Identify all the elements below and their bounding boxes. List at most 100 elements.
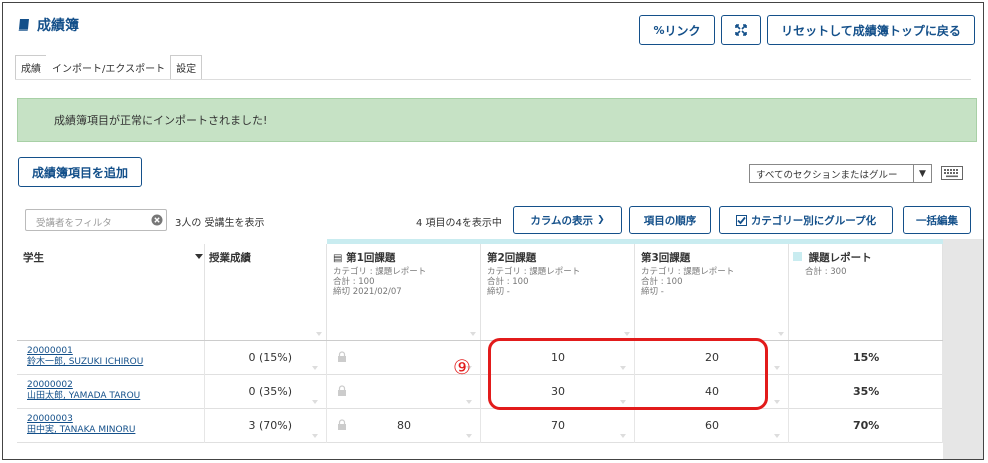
bulk-edit-button[interactable]: 一括編集 xyxy=(903,206,971,234)
lock-icon xyxy=(338,385,346,396)
cell-menu-icon[interactable] xyxy=(312,434,318,438)
course-grade-value: 0 (15%) xyxy=(248,351,292,364)
show-columns-label: カラムの表示 xyxy=(530,214,594,227)
tab-import-export[interactable]: インポート/エクスポート xyxy=(46,55,172,79)
assignment-3-meta: カテゴリ : 課題レポート 合計 : 100 締切 - xyxy=(641,267,735,297)
course-grade-cell: 0 (35%) xyxy=(205,375,327,409)
add-gradebook-item-button[interactable]: 成績簿項目を追加 xyxy=(18,157,142,187)
bulk-edit-label: 一括編集 xyxy=(916,214,958,227)
column-header-assignment-3[interactable]: 第3回課題 カテゴリ : 課題レポート 合計 : 100 締切 - xyxy=(635,244,789,340)
student-link[interactable]: 20000003 田中実, TANAKA MINORU xyxy=(27,414,135,436)
student-filter-input[interactable]: 受講者をフィルタ xyxy=(25,209,167,231)
student-link[interactable]: 20000001 鈴木一郎, SUZUKI ICHIROU xyxy=(27,346,143,368)
header-bar: 成績簿 % リンク リセットして成績簿トップに戻る xyxy=(3,3,983,49)
column-header-student[interactable]: 学生 xyxy=(17,244,205,340)
tab-bar: 成績 インポート/エクスポート 設定 xyxy=(15,55,203,79)
column-header-assignment-2[interactable]: 第2回課題 カテゴリ : 課題レポート 合計 : 100 締切 - xyxy=(481,244,635,340)
scrollbar-track[interactable] xyxy=(943,239,983,459)
item-order-button[interactable]: 項目の順序 xyxy=(629,206,711,234)
link-button-label: リンク xyxy=(664,23,701,38)
course-grade-cell: 3 (70%) xyxy=(205,409,327,443)
tab-settings[interactable]: 設定 xyxy=(170,55,203,79)
student-cell: 20000002 山田太郎, YAMADA TAROU xyxy=(17,375,205,409)
group-by-category-label: カテゴリー別にグループ化 xyxy=(750,214,877,227)
lock-icon xyxy=(338,351,346,362)
category-total-cell: 15% xyxy=(789,341,943,375)
expand-icon xyxy=(735,24,747,36)
cell-menu-icon[interactable] xyxy=(774,366,780,370)
fullscreen-button[interactable] xyxy=(721,15,761,45)
item-order-label: 項目の順序 xyxy=(643,214,697,227)
column-menu-icon[interactable] xyxy=(624,332,630,336)
alert-message: 成績簿項目が正常にインポートされました! xyxy=(54,114,268,127)
tab-divider xyxy=(15,79,971,80)
cell-menu-icon[interactable] xyxy=(466,434,472,438)
link-button[interactable]: % リンク xyxy=(639,15,715,45)
assignment-1-label: ▤ 第1回課題 xyxy=(333,252,396,264)
category-report-label: 課題レポート xyxy=(793,250,872,265)
category-color-swatch xyxy=(793,252,802,261)
lock-icon xyxy=(338,419,346,430)
student-column-label: 学生 xyxy=(23,252,44,264)
category-total-value: 70% xyxy=(853,419,880,432)
cell-menu-icon[interactable] xyxy=(774,400,780,404)
section-select[interactable]: すべてのセクションまたはグルー ▼ xyxy=(749,164,932,183)
cell-menu-icon[interactable] xyxy=(466,400,472,404)
student-cell: 20000001 鈴木一郎, SUZUKI ICHIROU xyxy=(17,341,205,375)
keyboard-icon[interactable] xyxy=(941,166,963,180)
cell-menu-icon[interactable] xyxy=(312,400,318,404)
cell-menu-icon[interactable] xyxy=(620,434,626,438)
cell-menu-icon[interactable] xyxy=(774,434,780,438)
category-total-value: 15% xyxy=(853,351,880,364)
checkbox-checked-icon xyxy=(735,214,747,226)
tab-grades[interactable]: 成績 xyxy=(15,55,47,79)
course-grade-value: 3 (70%) xyxy=(248,419,292,432)
filter-placeholder: 受講者をフィルタ xyxy=(36,218,112,229)
show-columns-button[interactable]: カラムの表示 ❯ xyxy=(513,206,622,234)
book-icon xyxy=(18,19,29,31)
course-grade-cell: 0 (15%) xyxy=(205,341,327,375)
assignment-1-meta: カテゴリ : 課題レポート 合計 : 100 締切 2021/02/07 xyxy=(333,267,427,297)
assignment-3-label: 第3回課題 xyxy=(641,252,691,264)
category-total-value: 35% xyxy=(853,385,880,398)
column-header-assignment-1[interactable]: ▤ 第1回課題 カテゴリ : 課題レポート 合計 : 100 締切 2021/0… xyxy=(327,244,481,340)
reset-gradebook-button[interactable]: リセットして成績簿トップに戻る xyxy=(767,15,975,45)
grade-cell-assignment-1[interactable] xyxy=(327,375,481,409)
table-row: 20000001 鈴木一郎, SUZUKI ICHIROU 0 (15%) 10… xyxy=(17,341,943,375)
table-row: 20000003 田中実, TANAKA MINORU 3 (70%) 80 7… xyxy=(17,409,943,443)
column-menu-icon[interactable] xyxy=(316,332,322,336)
cell-menu-icon[interactable] xyxy=(312,366,318,370)
grade-cell-assignment-2[interactable]: 70 xyxy=(481,409,635,443)
column-header-category-report[interactable]: 課題レポート 合計 : 300 xyxy=(789,244,943,340)
page-title-text: 成績簿 xyxy=(37,18,79,34)
column-menu-icon[interactable] xyxy=(778,332,784,336)
course-grade-value: 0 (35%) xyxy=(248,385,292,398)
column-header-course-grade[interactable]: 授業成績 xyxy=(205,244,327,340)
column-menu-icon[interactable] xyxy=(470,332,476,336)
student-cell: 20000003 田中実, TANAKA MINORU xyxy=(17,409,205,443)
student-link[interactable]: 20000002 山田太郎, YAMADA TAROU xyxy=(27,380,140,402)
page-title: 成績簿 xyxy=(17,15,79,35)
grade-value: 60 xyxy=(705,419,719,432)
category-total-cell: 70% xyxy=(789,409,943,443)
grade-value: 70 xyxy=(551,419,565,432)
annotation-marker: ⑨ xyxy=(453,355,471,379)
category-report-meta: 合計 : 300 xyxy=(805,267,847,277)
category-total-cell: 35% xyxy=(789,375,943,409)
gradebook-grid: 学生 授業成績 ▤ 第1回課題 カテゴリ : 課題レポート 合計 : 100 締… xyxy=(17,239,983,459)
student-count-text: 3人の 受講生を表示 xyxy=(175,218,265,229)
clear-filter-icon[interactable] xyxy=(151,214,163,226)
course-grade-column-label: 授業成績 xyxy=(209,252,251,264)
table-row: 20000002 山田太郎, YAMADA TAROU 0 (35%) 30 4… xyxy=(17,375,943,409)
grade-cell-assignment-3[interactable]: 60 xyxy=(635,409,789,443)
highlight-box xyxy=(488,338,768,410)
link-icon: % xyxy=(653,23,665,37)
assignment-2-label: 第2回課題 xyxy=(487,252,537,264)
sort-dropdown-icon[interactable] xyxy=(195,254,203,259)
assignment-2-meta: カテゴリ : 課題レポート 合計 : 100 締切 - xyxy=(487,267,581,297)
document-icon: ▤ xyxy=(333,253,343,264)
group-by-category-toggle[interactable]: カテゴリー別にグループ化 xyxy=(719,206,893,234)
chevron-down-icon: ❯ xyxy=(597,215,605,225)
grade-value: 80 xyxy=(397,419,411,432)
grade-cell-assignment-1[interactable]: 80 xyxy=(327,409,481,443)
